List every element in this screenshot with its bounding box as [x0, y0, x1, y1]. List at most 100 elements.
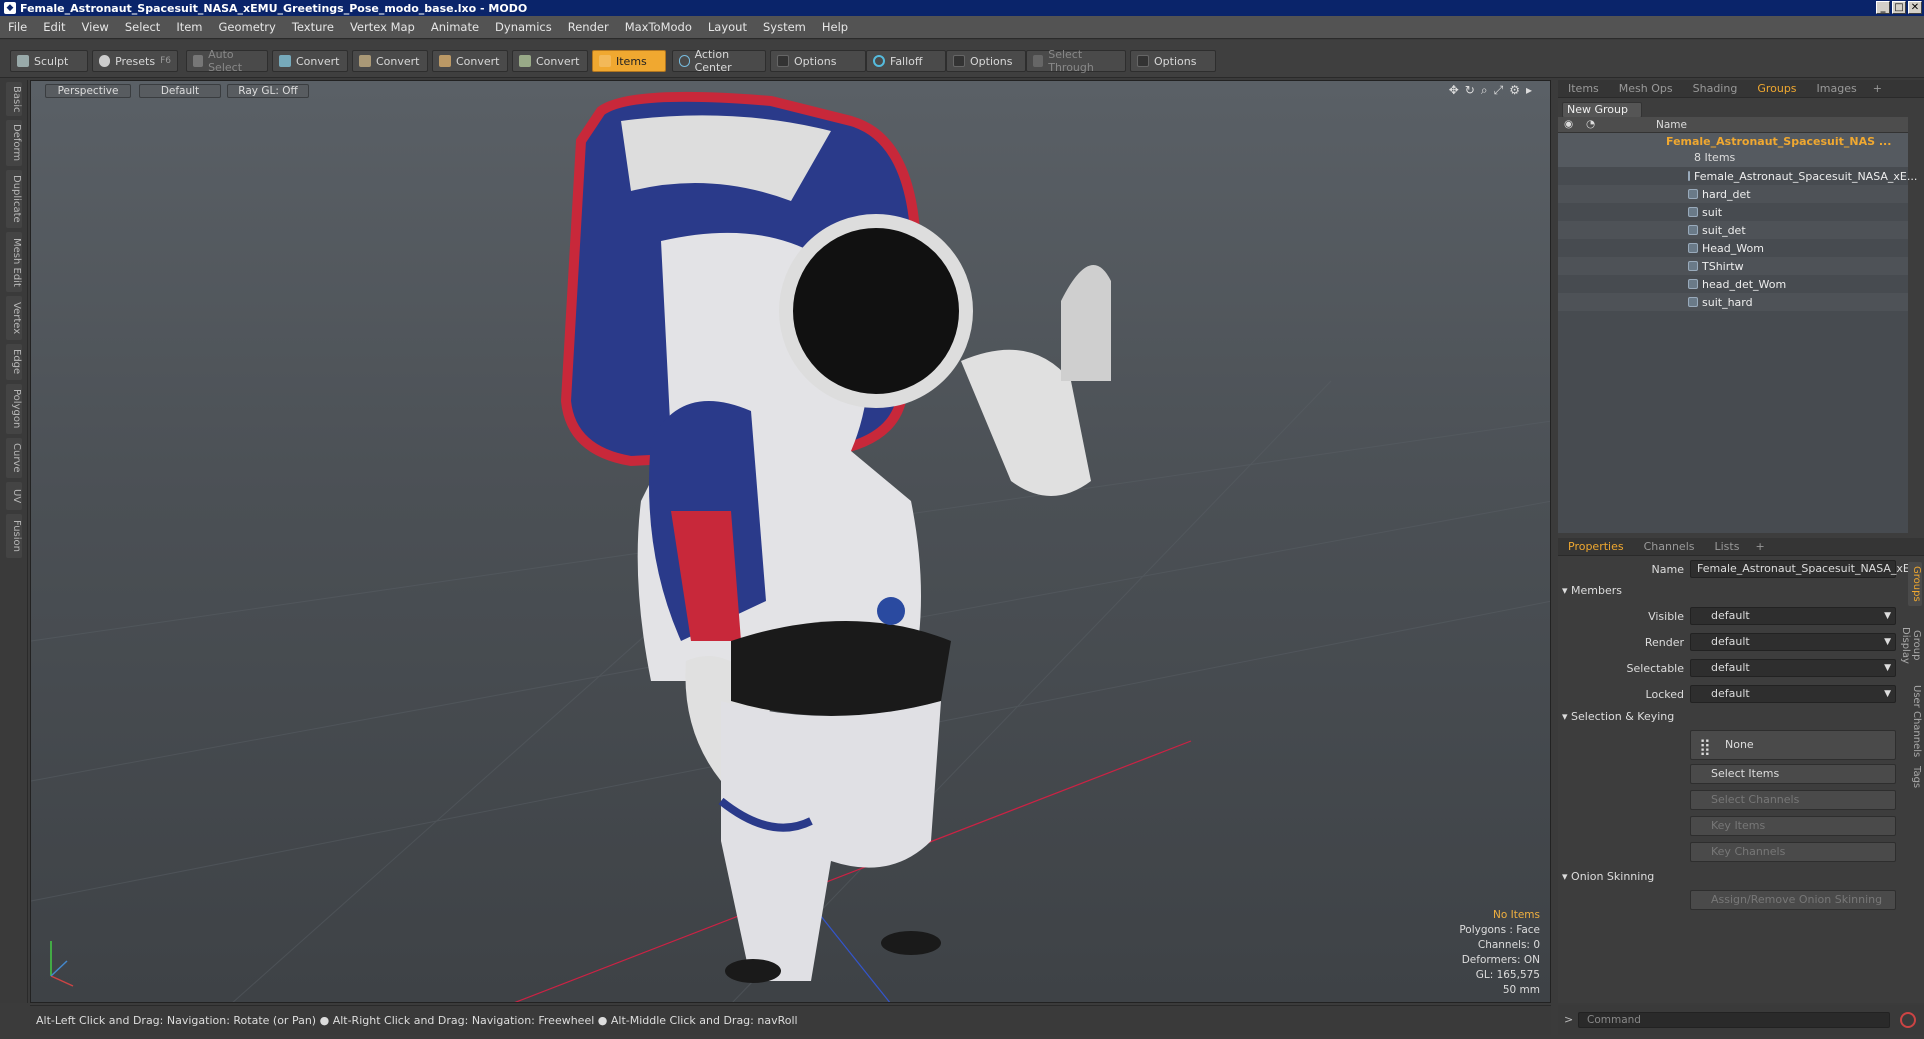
vtab-groups[interactable]: Groups — [1908, 562, 1922, 606]
command-prompt-icon: > — [1564, 1013, 1574, 1026]
add-prop-tab-icon[interactable]: + — [1749, 540, 1770, 553]
menu-select[interactable]: Select — [117, 20, 168, 34]
sculpt-button[interactable]: Sculpt — [10, 50, 88, 72]
tab-mesh-ops[interactable]: Mesh Ops — [1609, 82, 1683, 95]
tree-item-row[interactable]: TShirtw — [1558, 257, 1908, 275]
astronaut-model[interactable] — [560, 91, 1111, 983]
minimize-button[interactable]: _ — [1876, 1, 1890, 14]
vtab-group-display[interactable]: Group Display — [1900, 610, 1922, 680]
perspective-dropdown[interactable]: Perspective — [45, 84, 131, 98]
vtab-tags[interactable]: Tags — [1908, 762, 1922, 792]
tree-item-row[interactable]: suit_hard — [1558, 293, 1908, 311]
options-button-2[interactable]: Options — [946, 50, 1026, 72]
menu-animate[interactable]: Animate — [423, 20, 487, 34]
tree-item-row[interactable]: suit — [1558, 203, 1908, 221]
key-items-button[interactable]: Key Items — [1690, 816, 1896, 836]
new-group-button[interactable]: New Group — [1562, 102, 1642, 118]
select-through-button[interactable]: Select Through — [1026, 48, 1126, 74]
convert-button-4[interactable]: Convert — [512, 50, 588, 72]
side-tab-basic[interactable]: Basic — [6, 82, 22, 116]
menu-vertex-map[interactable]: Vertex Map — [342, 20, 423, 34]
falloff-button[interactable]: Falloff — [866, 50, 946, 72]
tab-lists[interactable]: Lists — [1705, 540, 1750, 553]
tab-images[interactable]: Images — [1807, 82, 1867, 95]
menu-edit[interactable]: Edit — [35, 20, 73, 34]
record-icon[interactable] — [1900, 1012, 1916, 1028]
vtab-user-channels[interactable]: User Channels — [1908, 684, 1922, 758]
action-center-button[interactable]: Action Center — [672, 48, 766, 74]
tab-items[interactable]: Items — [1558, 82, 1609, 95]
visible-dropdown[interactable]: default ▼ — [1690, 607, 1896, 625]
select-channels-button[interactable]: Select Channels — [1690, 790, 1896, 810]
move-view-icon[interactable]: ✥ — [1449, 83, 1459, 98]
tree-item-row[interactable]: suit_det — [1558, 221, 1908, 239]
none-button[interactable]: ⣿ None — [1690, 730, 1896, 760]
render-dropdown[interactable]: default ▼ — [1690, 633, 1896, 651]
select-items-button[interactable]: Select Items — [1690, 764, 1896, 784]
assign-onion-button[interactable]: Assign/Remove Onion Skinning — [1690, 890, 1896, 910]
eye-column-icon[interactable]: ◉ — [1564, 118, 1573, 130]
auto-select-button[interactable]: Auto Select — [186, 48, 268, 74]
convert-button-1[interactable]: Convert — [272, 50, 348, 72]
menu-layout[interactable]: Layout — [700, 20, 755, 34]
menu-texture[interactable]: Texture — [284, 20, 342, 34]
name-field[interactable]: Female_Astronaut_Spacesuit_NASA_xEM — [1690, 560, 1919, 578]
mesh-icon — [1688, 261, 1698, 271]
selection-keying-section[interactable]: ▾ Selection & Keying — [1562, 710, 1674, 723]
items-mode-button[interactable]: Items — [592, 50, 666, 72]
onion-skinning-section[interactable]: ▾ Onion Skinning — [1562, 870, 1654, 883]
close-button[interactable]: ✕ — [1908, 1, 1922, 14]
tab-groups[interactable]: Groups — [1747, 82, 1806, 95]
menu-maxtomodo[interactable]: MaxToModo — [617, 20, 700, 34]
side-tab-vertex[interactable]: Vertex — [6, 296, 22, 340]
chevron-down-icon: ▼ — [1884, 611, 1891, 621]
name-column-header[interactable]: Name — [1656, 119, 1687, 131]
lock-column-icon[interactable]: ◔ — [1586, 118, 1595, 130]
locked-dropdown[interactable]: default ▼ — [1690, 685, 1896, 703]
viewport-settings-icon[interactable]: ⚙ — [1509, 83, 1520, 98]
members-section[interactable]: ▾ Members — [1562, 584, 1622, 597]
rotate-view-icon[interactable]: ↻ — [1465, 83, 1475, 98]
add-tab-icon[interactable]: + — [1867, 82, 1888, 95]
brush-icon — [17, 55, 29, 67]
raygl-dropdown[interactable]: Ray GL: Off — [227, 84, 309, 98]
3d-viewport[interactable]: Perspective Default Ray GL: Off ✥ ↻ ⌕ ⤢ … — [30, 80, 1551, 1003]
convert-button-3[interactable]: Convert — [432, 50, 508, 72]
side-tab-duplicate[interactable]: Duplicate — [6, 170, 22, 228]
maximize-button[interactable]: □ — [1892, 1, 1906, 14]
menu-system[interactable]: System — [755, 20, 814, 34]
zoom-view-icon[interactable]: ⌕ — [1481, 83, 1488, 98]
menu-file[interactable]: File — [0, 20, 35, 34]
fit-view-icon[interactable]: ⤢ — [1494, 83, 1504, 98]
selectable-dropdown[interactable]: default ▼ — [1690, 659, 1896, 677]
command-input[interactable]: Command — [1578, 1012, 1890, 1028]
menu-help[interactable]: Help — [814, 20, 856, 34]
options-button-3[interactable]: Options — [1130, 50, 1216, 72]
side-tab-uv[interactable]: UV — [6, 482, 22, 510]
side-tab-mesh-edit[interactable]: Mesh Edit — [6, 232, 22, 292]
tab-properties[interactable]: Properties — [1558, 540, 1634, 553]
menu-view[interactable]: View — [74, 20, 117, 34]
side-tab-deform[interactable]: Deform — [6, 120, 22, 166]
side-tab-curve[interactable]: Curve — [6, 438, 22, 478]
key-channels-button[interactable]: Key Channels — [1690, 842, 1896, 862]
shading-default-dropdown[interactable]: Default — [139, 84, 221, 98]
side-tab-fusion[interactable]: Fusion — [6, 514, 22, 558]
side-tab-edge[interactable]: Edge — [6, 344, 22, 380]
group-row[interactable]: Female_Astronaut_Spacesuit_NAS ... 8 Ite… — [1558, 133, 1908, 167]
menu-item[interactable]: Item — [168, 20, 210, 34]
convert-button-2[interactable]: Convert — [352, 50, 428, 72]
presets-button[interactable]: Presets F6 — [92, 50, 178, 72]
tree-item-row[interactable]: hard_det — [1558, 185, 1908, 203]
side-tab-polygon[interactable]: Polygon — [6, 384, 22, 434]
tree-item-row[interactable]: Head_Wom — [1558, 239, 1908, 257]
tab-shading[interactable]: Shading — [1683, 82, 1748, 95]
tab-channels[interactable]: Channels — [1634, 540, 1705, 553]
tree-item-row[interactable]: head_det_Wom — [1558, 275, 1908, 293]
tree-item-row[interactable]: Female_Astronaut_Spacesuit_NASA_xE... — [1558, 167, 1917, 185]
menu-geometry[interactable]: Geometry — [211, 20, 284, 34]
viewport-menu-icon[interactable]: ▸ — [1526, 83, 1532, 98]
menu-dynamics[interactable]: Dynamics — [487, 20, 560, 34]
options-button-1[interactable]: Options — [770, 50, 866, 72]
menu-render[interactable]: Render — [560, 20, 617, 34]
